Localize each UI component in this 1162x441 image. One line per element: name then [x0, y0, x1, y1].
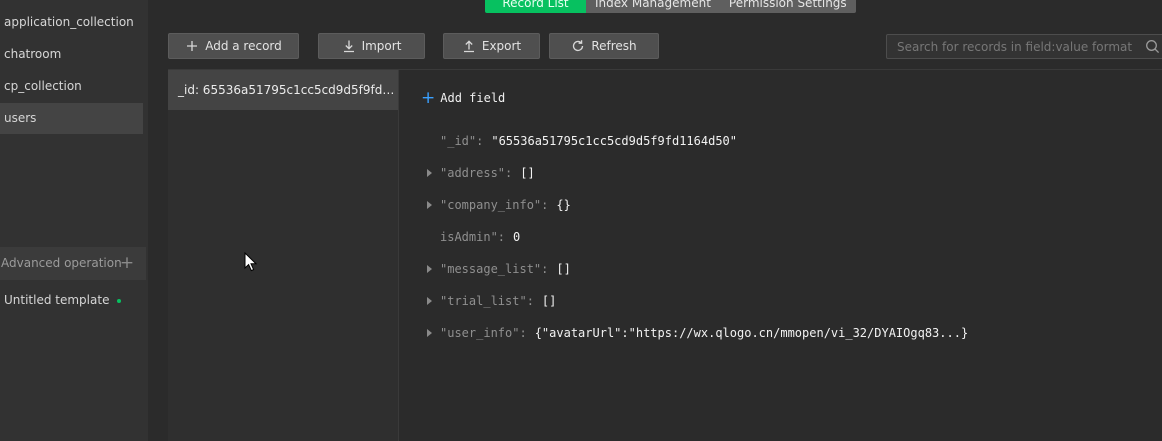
tab-bar: Record List Index Management Permission … — [485, 0, 856, 13]
expand-arrow-icon[interactable] — [424, 290, 436, 312]
template-label: Untitled template — [4, 293, 110, 307]
field-value: [] — [541, 294, 557, 308]
search-icon[interactable] — [1145, 39, 1160, 54]
field-key: "user_info": {"avatarUrl":"https://wx.qlo… — [440, 326, 969, 340]
tab-permission-settings[interactable]: Permission Settings — [719, 0, 856, 13]
tab-index-management[interactable]: Index Management — [586, 0, 720, 13]
field-row-message-list[interactable]: "message_list":[] — [420, 258, 1120, 290]
import-button[interactable]: Import — [318, 33, 425, 59]
refresh-button[interactable]: Refresh — [549, 33, 659, 59]
expand-arrow-icon[interactable] — [424, 194, 436, 216]
field-value: {"avatarUrl":"https://wx.qlogo.cn/mmopen… — [534, 326, 969, 340]
field-key: "address":[] — [440, 166, 535, 180]
field-row-id[interactable]: "_id": "65536a51795c1cc5cd9d5f9fd1164d50" — [420, 130, 1120, 162]
field-value: [] — [520, 166, 535, 180]
field-value: "65536a51795c1cc5cd9d5f9fd1164d50" — [491, 134, 737, 148]
search-input[interactable] — [887, 35, 1143, 58]
record-fields: "_id": "65536a51795c1cc5cd9d5f9fd1164d50"… — [420, 130, 1120, 354]
add-record-label: Add a record — [205, 39, 282, 53]
advanced-operation-header: Advanced operation + — [0, 247, 146, 280]
collection-item-chatroom[interactable]: chatroom — [0, 39, 143, 70]
plus-icon: + — [421, 88, 436, 108]
export-button[interactable]: Export — [443, 33, 540, 59]
field-value: [] — [556, 262, 571, 276]
collection-item-cp-collection[interactable]: cp_collection — [0, 71, 143, 102]
export-label: Export — [481, 39, 522, 53]
field-value: 0 — [513, 230, 521, 244]
add-record-button[interactable]: Add a record — [168, 33, 299, 59]
mouse-cursor-icon — [244, 252, 258, 272]
add-field-button[interactable]: + Add field — [421, 89, 505, 107]
template-item[interactable]: Untitled template — [4, 290, 122, 310]
field-key: "trial_list":[] — [440, 294, 557, 308]
field-value: {} — [556, 198, 571, 212]
field-key: isAdmin": 0 — [440, 230, 521, 244]
field-key: "company_info":{} — [440, 198, 571, 212]
collection-item-users[interactable]: users — [0, 103, 143, 134]
expand-arrow-icon[interactable] — [424, 258, 436, 280]
add-template-icon[interactable]: + — [119, 247, 135, 280]
field-row-is-admin[interactable]: isAdmin": 0 — [420, 226, 1120, 258]
field-key: "message_list":[] — [440, 262, 571, 276]
record-search-box — [886, 34, 1162, 59]
refresh-icon — [571, 39, 585, 53]
record-list-panel: _id: 65536a51795c1cc5cd9d5f9fd1164d50 — [168, 69, 399, 441]
tab-record-list[interactable]: Record List — [485, 0, 586, 13]
field-row-user-info[interactable]: "user_info": {"avatarUrl":"https://wx.qlo… — [420, 322, 1120, 354]
field-row-trial-list[interactable]: "trial_list":[] — [420, 290, 1120, 322]
collection-sidebar: application_collection chatroom cp_colle… — [0, 0, 148, 441]
export-icon — [462, 39, 476, 53]
detail-divider — [399, 69, 1162, 70]
import-label: Import — [361, 39, 402, 53]
plus-icon — [185, 39, 199, 53]
refresh-label: Refresh — [591, 39, 637, 53]
field-key: "_id": "65536a51795c1cc5cd9d5f9fd1164d50" — [440, 134, 737, 148]
advanced-operation-label: Advanced operation — [1, 256, 122, 270]
status-dot-icon — [117, 298, 122, 303]
record-item[interactable]: _id: 65536a51795c1cc5cd9d5f9fd1164d50 — [168, 70, 398, 110]
import-icon — [342, 39, 356, 53]
field-row-address[interactable]: "address":[] — [420, 162, 1120, 194]
field-row-company-info[interactable]: "company_info":{} — [420, 194, 1120, 226]
expand-arrow-icon[interactable] — [424, 322, 436, 344]
collection-item-application-collection[interactable]: application_collection — [0, 7, 143, 38]
expand-arrow-icon[interactable] — [424, 162, 436, 184]
add-field-label: Add field — [440, 91, 506, 105]
